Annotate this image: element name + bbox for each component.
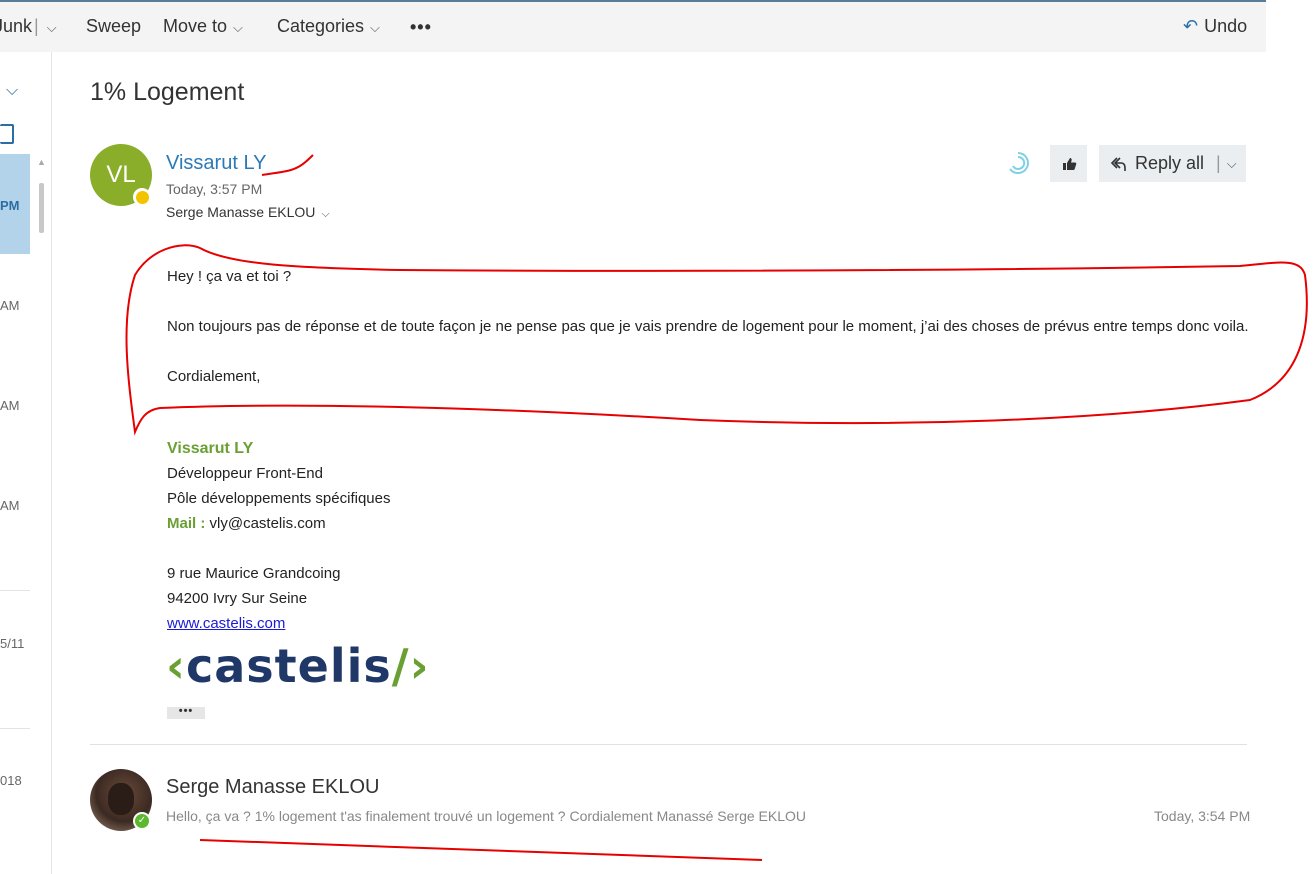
- reply-all-button[interactable]: Reply all | ⌵: [1099, 145, 1246, 182]
- more-actions-button[interactable]: •••: [410, 17, 432, 38]
- reply-all-icon: [1110, 156, 1126, 171]
- undo-button[interactable]: ↶ Undo: [1183, 16, 1247, 37]
- website-link[interactable]: www.castelis.com: [167, 615, 285, 632]
- previous-message-preview[interactable]: Hello, ça va ? 1% logement t'as finaleme…: [166, 808, 806, 824]
- message-body: Hey ! ça va et toi ? Non toujours pas de…: [167, 264, 1257, 389]
- signature: Vissarut LY Développeur Front-End Pôle d…: [167, 436, 390, 636]
- chevron-down-icon[interactable]: ⌵: [6, 82, 18, 100]
- presence-online-icon: ✓: [133, 812, 151, 830]
- logo-text: castelis: [185, 639, 392, 693]
- command-toolbar: Junk|⌵ Sweep Move to ⌵ Categories ⌵ ••• ↶U…: [0, 0, 1266, 52]
- signature-department: Pôle développements spécifiques: [167, 490, 391, 507]
- message-time: AM: [0, 298, 20, 313]
- company-logo: ‹castelis/›: [166, 643, 476, 689]
- mail-label: Mail :: [167, 515, 206, 532]
- junk-label: Junk: [0, 16, 33, 36]
- signature-title: Développeur Front-End: [167, 465, 323, 482]
- mail-address: vly@castelis.com: [209, 515, 326, 532]
- double-chevron-down-icon[interactable]: ⌵︎: [321, 208, 329, 220]
- address-line-2: 94200 Ivry Sur Seine: [167, 590, 308, 607]
- move-to-button[interactable]: Move to ⌵: [163, 16, 243, 37]
- address-line-1: 9 rue Maurice Grandcoing: [167, 565, 341, 582]
- body-paragraph: Non toujours pas de réponse et de toute …: [167, 318, 1249, 335]
- signature-name: Vissarut LY: [167, 440, 254, 457]
- scrollbar-thumb[interactable]: [39, 183, 44, 233]
- email-subject: 1% Logement: [90, 78, 245, 106]
- previous-message-time: Today, 3:54 PM: [1154, 808, 1251, 824]
- message-time: AM: [0, 498, 20, 513]
- divider: [0, 728, 30, 729]
- body-greeting: Hey ! ça va et toi ?: [167, 268, 292, 285]
- message-date: 018: [0, 773, 22, 788]
- chevron-down-icon[interactable]: ⌵: [1227, 156, 1237, 172]
- junk-button[interactable]: Junk|⌵: [0, 16, 57, 37]
- undo-label: Undo: [1204, 16, 1248, 36]
- calendar-icon[interactable]: [0, 124, 14, 144]
- categories-button[interactable]: Categories ⌵: [277, 16, 380, 37]
- categories-label: Categories: [277, 16, 365, 36]
- scroll-up-icon[interactable]: ▲: [37, 157, 46, 167]
- scrollbar[interactable]: ▲: [37, 157, 46, 237]
- recipient-name: Serge Manasse EKLOU: [166, 204, 316, 220]
- presence-away-icon: [133, 188, 151, 206]
- chevron-down-icon: ⌵: [370, 20, 380, 35]
- message-time: PM: [0, 198, 20, 213]
- body-closing: Cordialement,: [167, 368, 261, 385]
- show-more-button[interactable]: •••: [167, 706, 205, 719]
- chevron-down-icon[interactable]: ⌵: [47, 20, 57, 36]
- chevron-down-icon: ⌵: [233, 20, 243, 35]
- logo-left-bracket: ‹: [166, 639, 186, 693]
- divider: [0, 590, 30, 591]
- sender-name[interactable]: Vissarut LY: [166, 152, 266, 175]
- logo-right-bracket: /›: [391, 639, 430, 693]
- undo-icon: ↶: [1183, 16, 1199, 36]
- sweep-button[interactable]: Sweep: [86, 16, 141, 37]
- reply-all-label: Reply all: [1135, 153, 1205, 173]
- loading-spinner-icon: [1009, 152, 1029, 174]
- annotation-underline-sender: [261, 154, 314, 176]
- like-button[interactable]: [1050, 145, 1087, 182]
- avatar-initials: VL: [106, 161, 136, 188]
- message-time: AM: [0, 398, 20, 413]
- message-date: 5/11: [0, 636, 25, 651]
- previous-sender-name[interactable]: Serge Manasse EKLOU: [166, 776, 379, 799]
- message-list-pane: ⌵ PM ▲ AM AM AM 5/11 018: [0, 52, 52, 874]
- divider: [90, 744, 1247, 745]
- message-timestamp: Today, 3:57 PM: [166, 181, 263, 197]
- move-to-label: Move to: [163, 16, 228, 36]
- signature-mail-line: Mail : vly@castelis.com: [167, 511, 390, 536]
- recipient-line[interactable]: Serge Manasse EKLOU ⌵︎: [166, 204, 330, 221]
- thumbs-up-icon: [1062, 157, 1076, 170]
- annotation-underline-preview: [199, 839, 763, 861]
